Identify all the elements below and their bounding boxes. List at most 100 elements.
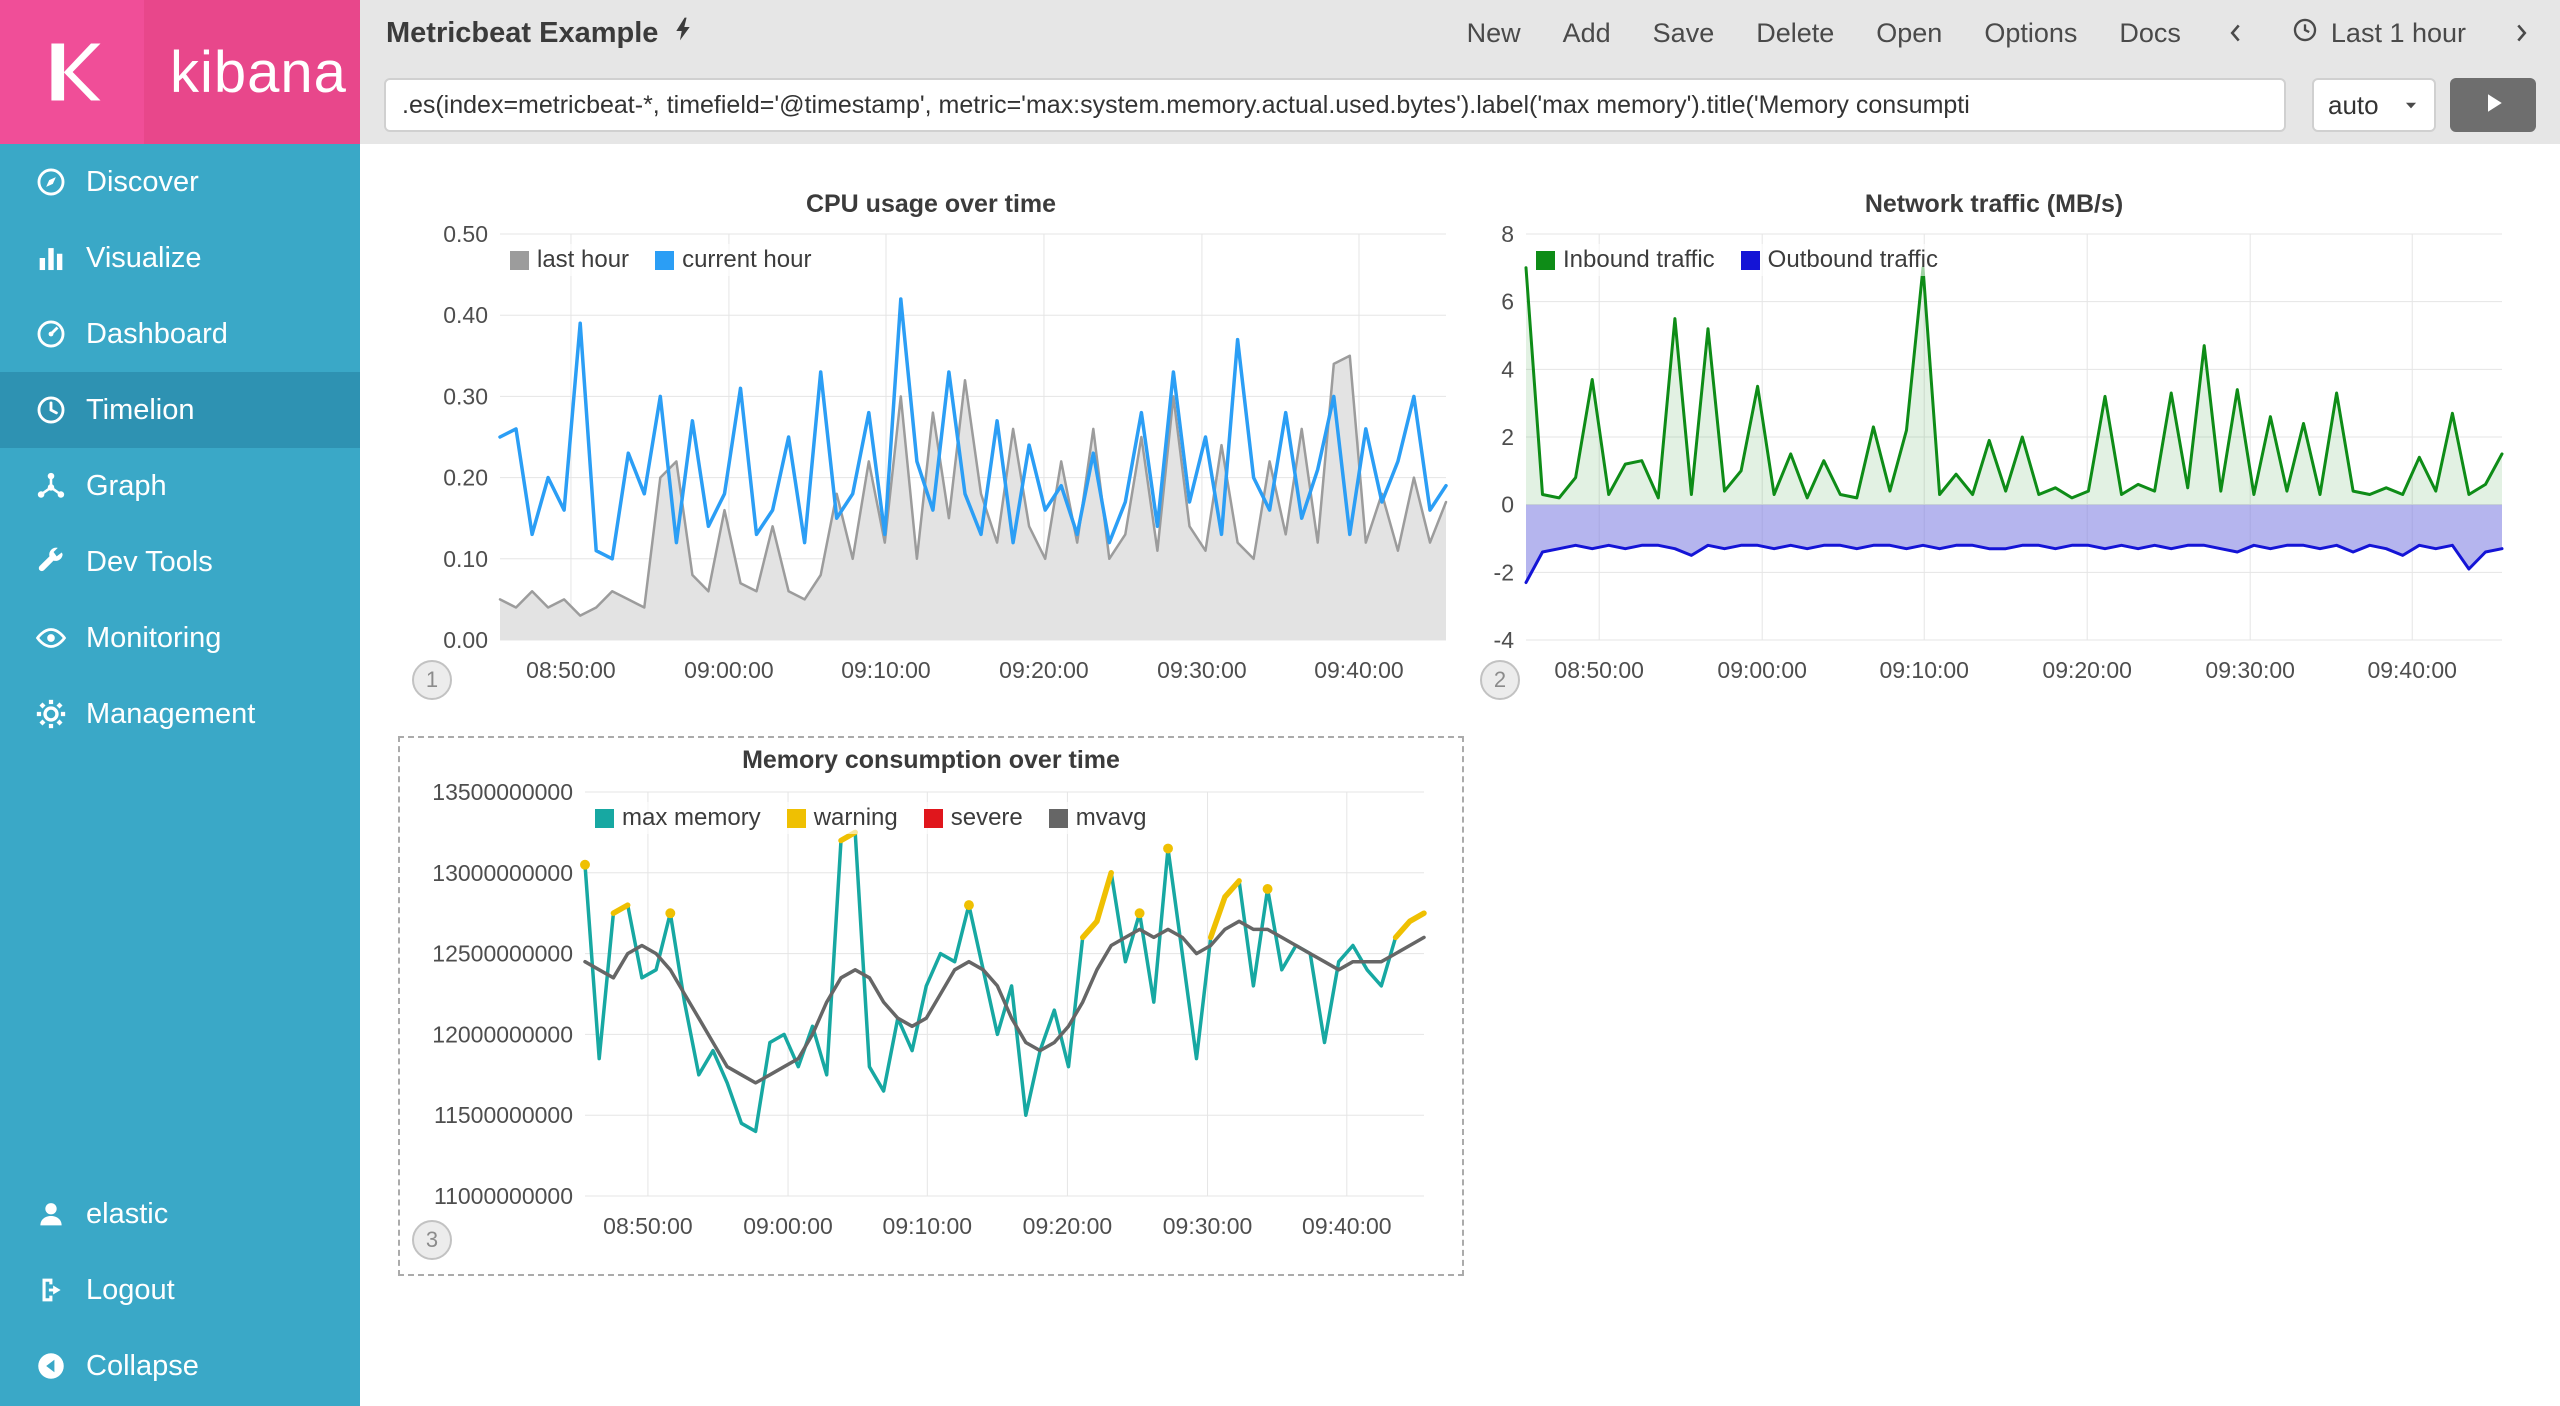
series-line [585,921,1424,1083]
sidebar-item-collapse[interactable]: Collapse [0,1328,360,1404]
x-tick-label: 09:00:00 [743,1213,833,1239]
sidebar-item-visualize[interactable]: Visualize [0,220,360,296]
compass-icon [34,165,86,199]
docs-button[interactable]: Docs [2119,18,2181,49]
sidebar-item-logout[interactable]: Logout [0,1252,360,1328]
legend-swatch [655,251,674,270]
series-point [964,900,974,910]
legend-swatch [924,809,943,828]
panel-number-badge: 1 [412,660,452,700]
series-point [1163,844,1173,854]
legend-item: Inbound traffic [1536,246,1715,274]
sidebar-item-dashboard[interactable]: Dashboard [0,296,360,372]
series-line [613,905,627,913]
save-button[interactable]: Save [1653,18,1715,49]
series-point [1263,884,1273,894]
legend-label: Outbound traffic [1768,246,1938,274]
x-tick-label: 09:20:00 [2042,657,2132,683]
x-tick-label: 09:20:00 [999,657,1089,683]
x-tick-label: 09:20:00 [1023,1213,1113,1239]
chart-legend: Inbound traffic Outbound traffic [1532,244,1942,276]
chart-legend: last hourcurrent hour [506,244,815,276]
chart-panel-network[interactable]: Network traffic (MB/s)-4-20246808:50:000… [1468,182,2520,702]
sidebar-item-discover[interactable]: Discover [0,144,360,220]
chart-panel-memory[interactable]: Memory consumption over time110000000001… [398,736,1464,1276]
topbar: Metricbeat Example New Add Save Delete O… [360,0,2560,66]
sidebar-item-dev-tools[interactable]: Dev Tools [0,524,360,600]
user-icon [34,1197,86,1231]
kibana-logo-text: kibana [170,39,347,106]
wrench-icon [34,545,86,579]
legend-item: max memory [595,804,761,832]
legend-item: last hour [510,246,629,274]
x-tick-label: 09:00:00 [1717,657,1807,683]
sidebar-item-graph[interactable]: Graph [0,448,360,524]
y-tick-label: 0.30 [443,383,488,409]
series-line [1526,545,2502,582]
interval-select[interactable]: auto [2312,78,2436,132]
gear-icon [34,697,86,731]
y-tick-label: 8 [1501,221,1514,247]
interval-value: auto [2328,90,2379,121]
time-picker[interactable]: Last 1 hour [2291,16,2466,51]
y-tick-label: 11500000000 [434,1102,573,1128]
sidebar-item-label: Discover [86,166,199,199]
y-tick-label: 11000000000 [434,1183,573,1209]
series-point [665,908,675,918]
topbar-actions: New Add Save Delete Open Options Docs La… [1467,16,2534,51]
legend-item: warning [787,804,898,832]
y-tick-label: 4 [1501,356,1514,382]
sidebar-item-monitoring[interactable]: Monitoring [0,600,360,676]
y-tick-label: 0.50 [443,221,488,247]
kibana-logo[interactable]: kibana [0,0,360,144]
sidebar-item-label: Dev Tools [86,546,213,579]
run-query-button[interactable] [2450,78,2536,132]
legend-item: severe [924,804,1023,832]
add-button[interactable]: Add [1563,18,1611,49]
x-tick-label: 09:40:00 [2367,657,2457,683]
sidebar-item-label: Graph [86,470,167,503]
legend-swatch [1536,251,1555,270]
delete-button[interactable]: Delete [1756,18,1834,49]
series-line [1396,913,1424,937]
clock-icon [2291,16,2319,51]
time-forward-button[interactable] [2508,20,2534,46]
new-button[interactable]: New [1467,18,1521,49]
x-tick-label: 09:10:00 [1879,657,1969,683]
time-back-button[interactable] [2223,20,2249,46]
sidebar-item-label: Monitoring [86,622,221,655]
series-point [580,860,590,870]
chart-legend: max memory warning severe mvavg [591,802,1150,834]
sidebar-item-user-elastic[interactable]: elastic [0,1176,360,1252]
panel-number-badge: 3 [412,1220,452,1260]
sidebar-item-timelion[interactable]: Timelion [0,372,360,448]
sidebar-item-label: Visualize [86,242,202,275]
lightning-bolt-icon [670,16,696,50]
x-tick-label: 09:30:00 [2205,657,2295,683]
legend-item: mvavg [1049,804,1147,832]
options-button[interactable]: Options [1984,18,2077,49]
sidebar-item-management[interactable]: Management [0,676,360,752]
y-tick-label: 0.10 [443,546,488,572]
y-tick-label: 2 [1501,424,1514,450]
legend-label: max memory [622,804,761,832]
legend-label: Inbound traffic [1563,246,1715,274]
legend-item: Outbound traffic [1741,246,1938,274]
sidebar-item-label: Management [86,698,255,731]
legend-label: severe [951,804,1023,832]
x-tick-label: 08:50:00 [526,657,616,683]
dashboard-icon [34,317,86,351]
legend-swatch [787,809,806,828]
sidebar: kibana Discover Visualize Dashboard [0,0,360,1406]
sheet-title-group: Metricbeat Example [386,16,696,50]
y-tick-label: 13000000000 [432,860,573,886]
bar-chart-icon [34,241,86,275]
y-tick-label: 0.00 [443,627,488,653]
graph-icon [34,469,86,503]
x-tick-label: 09:10:00 [841,657,931,683]
open-button[interactable]: Open [1876,18,1942,49]
chart-panel-cpu[interactable]: CPU usage over time0.000.100.200.300.400… [400,182,1462,702]
timelion-query-input[interactable] [384,78,2286,132]
sheet-title: Metricbeat Example [386,17,658,50]
y-tick-label: 6 [1501,289,1514,315]
